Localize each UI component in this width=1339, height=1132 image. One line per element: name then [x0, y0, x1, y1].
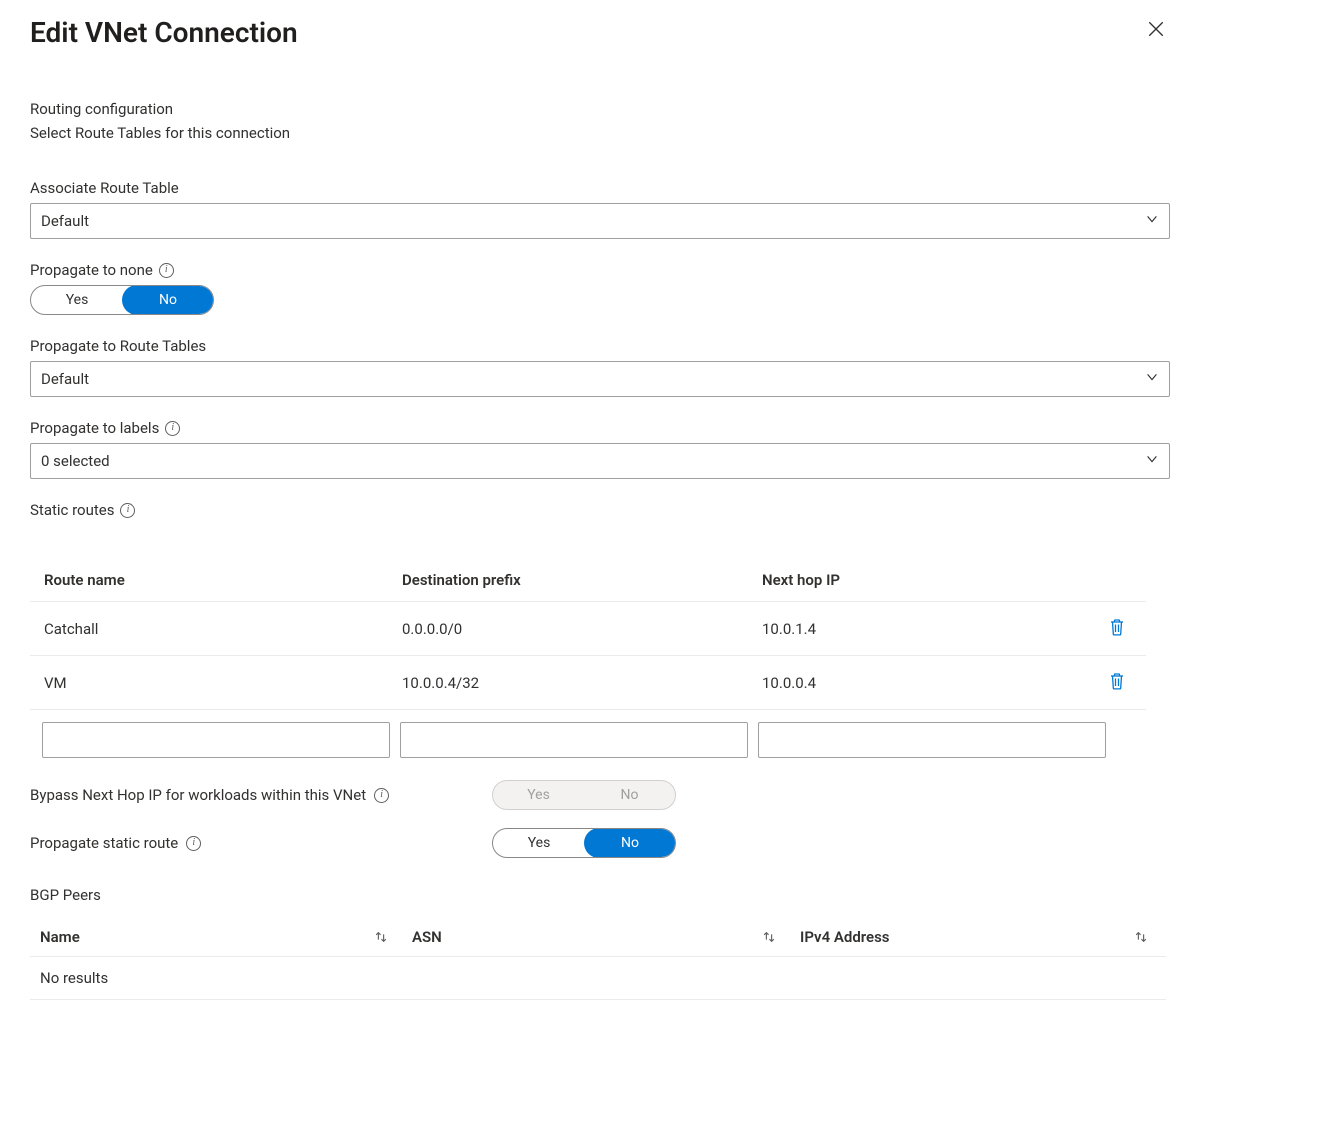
- associate-route-table-dropdown[interactable]: Default: [30, 203, 1170, 239]
- route-dest-cell: 10.0.0.4/32: [388, 662, 748, 704]
- trash-icon: [1108, 678, 1126, 693]
- bypass-next-hop-row: Bypass Next Hop IP for workloads within …: [30, 780, 1309, 810]
- close-button[interactable]: [1143, 16, 1169, 45]
- propagate-to-route-tables-dropdown[interactable]: Default: [30, 361, 1170, 397]
- delete-route-button[interactable]: [1104, 668, 1130, 697]
- sort-icon: [1134, 930, 1154, 944]
- toggle-yes[interactable]: Yes: [31, 286, 123, 314]
- propagate-to-none-field: Propagate to none i Yes No: [30, 261, 1309, 315]
- info-icon[interactable]: i: [374, 788, 389, 803]
- page-title: Edit VNet Connection: [30, 16, 298, 49]
- propagate-to-none-label: Propagate to none: [30, 261, 153, 279]
- bgp-col-asn-label: ASN: [412, 928, 442, 946]
- lead-line-1: Routing configuration: [30, 97, 1309, 121]
- lead-line-2: Select Route Tables for this connection: [30, 121, 1309, 145]
- static-routes-header-row: Route name Destination prefix Next hop I…: [30, 559, 1146, 602]
- propagate-static-route-label: Propagate static route: [30, 834, 178, 852]
- info-icon[interactable]: i: [165, 421, 180, 436]
- propagate-to-route-tables-value: Default: [41, 370, 89, 388]
- toggle-yes[interactable]: Yes: [493, 829, 585, 857]
- propagate-to-route-tables-label: Propagate to Route Tables: [30, 337, 206, 355]
- route-hop-cell: 10.0.0.4: [748, 662, 1092, 704]
- table-row: VM 10.0.0.4/32 10.0.0.4: [30, 656, 1146, 710]
- trash-icon: [1108, 624, 1126, 639]
- propagate-to-route-tables-field: Propagate to Route Tables Default: [30, 337, 1309, 397]
- new-route-dest-input[interactable]: [400, 722, 748, 758]
- route-name-cell: Catchall: [30, 608, 388, 650]
- col-route-name: Route name: [30, 559, 388, 601]
- route-dest-cell: 0.0.0.0/0: [388, 608, 748, 650]
- propagate-static-route-toggle[interactable]: Yes No: [492, 828, 676, 858]
- toggle-no[interactable]: No: [122, 285, 214, 315]
- propagate-to-labels-label: Propagate to labels: [30, 419, 159, 437]
- delete-route-button[interactable]: [1104, 614, 1130, 643]
- section-lead: Routing configuration Select Route Table…: [30, 97, 1309, 145]
- edit-vnet-connection-panel: Edit VNet Connection Routing configurati…: [0, 0, 1339, 1040]
- bgp-col-ip[interactable]: IPv4 Address: [790, 918, 1162, 956]
- bypass-next-hop-toggle: Yes No: [492, 780, 676, 810]
- bgp-col-ip-label: IPv4 Address: [800, 928, 890, 946]
- info-icon[interactable]: i: [120, 503, 135, 518]
- propagate-to-none-toggle[interactable]: Yes No: [30, 285, 214, 315]
- col-next-hop-ip: Next hop IP: [748, 559, 1092, 601]
- col-actions: [1092, 568, 1136, 592]
- static-routes-table: Route name Destination prefix Next hop I…: [30, 559, 1146, 758]
- static-routes-label: Static routes: [30, 501, 114, 519]
- chevron-down-icon: [1145, 452, 1159, 470]
- chevron-down-icon: [1145, 212, 1159, 230]
- bgp-empty-text: No results: [30, 957, 1166, 999]
- sort-icon: [374, 930, 394, 944]
- bgp-col-name-label: Name: [40, 928, 80, 946]
- close-icon: [1147, 22, 1165, 42]
- associate-route-table-value: Default: [41, 212, 89, 230]
- table-row: Catchall 0.0.0.0/0 10.0.1.4: [30, 602, 1146, 656]
- info-icon[interactable]: i: [159, 263, 174, 278]
- bgp-col-asn[interactable]: ASN: [402, 918, 790, 956]
- toggle-no: No: [584, 781, 675, 809]
- toggle-no[interactable]: No: [584, 828, 676, 858]
- associate-route-table-label: Associate Route Table: [30, 179, 179, 197]
- route-name-cell: VM: [30, 662, 388, 704]
- bgp-peers-title: BGP Peers: [30, 886, 1309, 904]
- propagate-to-labels-dropdown[interactable]: 0 selected: [30, 443, 1170, 479]
- route-hop-cell: 10.0.1.4: [748, 608, 1092, 650]
- propagate-to-labels-field: Propagate to labels i 0 selected: [30, 419, 1309, 479]
- static-routes-field: Static routes i Route name Destination p…: [30, 501, 1309, 758]
- info-icon[interactable]: i: [186, 836, 201, 851]
- new-route-name-input[interactable]: [42, 722, 390, 758]
- propagate-static-route-row: Propagate static route i Yes No: [30, 828, 1309, 858]
- bgp-header-row: Name ASN IPv4 Address: [30, 918, 1166, 957]
- new-route-input-row: [30, 722, 1146, 758]
- bgp-peers-table: Name ASN IPv4 Address: [30, 918, 1166, 1000]
- new-route-hop-input[interactable]: [758, 722, 1106, 758]
- col-destination-prefix: Destination prefix: [388, 559, 748, 601]
- toggle-yes: Yes: [493, 781, 584, 809]
- propagate-to-labels-value: 0 selected: [41, 452, 110, 470]
- associate-route-table-field: Associate Route Table Default: [30, 179, 1309, 239]
- chevron-down-icon: [1145, 370, 1159, 388]
- bypass-next-hop-label: Bypass Next Hop IP for workloads within …: [30, 786, 366, 804]
- bgp-empty-row: No results: [30, 957, 1166, 1000]
- bgp-col-name[interactable]: Name: [30, 918, 402, 956]
- panel-header: Edit VNet Connection: [30, 16, 1309, 49]
- sort-icon: [762, 930, 782, 944]
